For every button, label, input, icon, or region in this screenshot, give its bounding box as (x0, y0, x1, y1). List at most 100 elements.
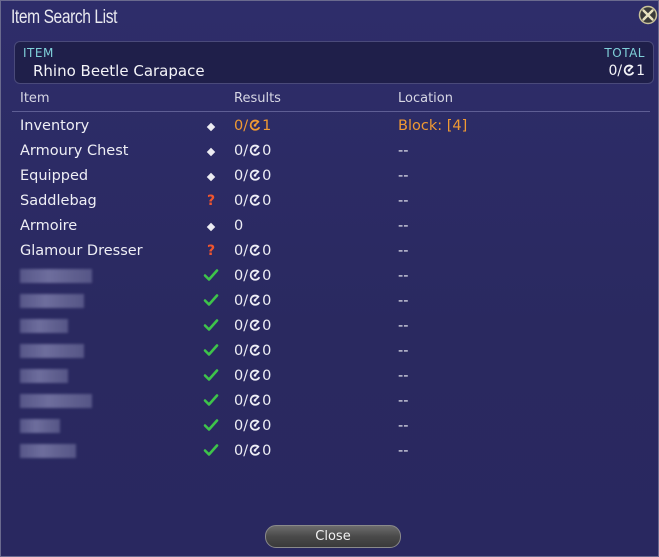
row-result: 0/0 (234, 417, 271, 435)
header-item: Item (20, 91, 50, 106)
row-result: 0/0 (234, 392, 271, 410)
table-row[interactable]: Armoury Chest 0/0 -- (1, 139, 658, 164)
table-row[interactable]: 0/0 -- (1, 389, 658, 414)
total-nq: 0/ (608, 63, 623, 79)
header-divider (12, 111, 650, 112)
row-result: 0 (234, 217, 243, 235)
row-result: 0/0 (234, 367, 271, 385)
row-result-hq: 0 (262, 168, 272, 184)
row-result: 0/0 (234, 267, 271, 285)
row-item-name (20, 417, 60, 438)
row-result-nq: 0/ (234, 143, 249, 159)
diamond-icon (203, 117, 219, 135)
row-result: 0/1 (234, 117, 271, 135)
row-item-name (20, 392, 92, 413)
table-row[interactable]: 0/0 -- (1, 364, 658, 389)
row-item-name (20, 442, 76, 463)
header-results: Results (234, 91, 281, 106)
title-bar[interactable]: Item Search List (1, 1, 658, 35)
question-icon: ? (206, 193, 216, 209)
redacted-name (20, 444, 76, 458)
row-location: -- (398, 368, 409, 384)
row-item-name (20, 267, 92, 288)
row-item-name: Armoire (20, 218, 78, 234)
row-item-name (20, 367, 68, 388)
hq-crystal-icon (249, 343, 261, 356)
close-x-icon[interactable] (638, 5, 658, 25)
hq-crystal-icon (249, 193, 261, 206)
row-result: 0/0 (234, 342, 271, 360)
item-label: ITEM (23, 46, 54, 60)
row-location: -- (398, 393, 409, 409)
table-row[interactable]: Equipped 0/0 -- (1, 164, 658, 189)
row-result: 0/0 (234, 292, 271, 310)
row-item-name: Inventory (20, 118, 90, 134)
total-hq: 1 (636, 63, 645, 79)
row-result-nq: 0/ (234, 418, 249, 434)
hq-crystal-icon (249, 118, 261, 131)
row-location: -- (398, 268, 409, 284)
row-result-hq: 0 (262, 393, 272, 409)
row-result-nq: 0/ (234, 168, 249, 184)
hq-crystal-icon (249, 168, 261, 181)
row-location: -- (398, 143, 409, 159)
table-row[interactable]: 0/0 -- (1, 414, 658, 439)
table-row[interactable]: Saddlebag? 0/0 -- (1, 189, 658, 214)
row-result-hq: 0 (262, 343, 272, 359)
row-result: 0/0 (234, 167, 271, 185)
diamond-icon (203, 142, 219, 160)
question-icon: ? (206, 243, 216, 259)
row-result-nq: 0/ (234, 393, 249, 409)
row-location: -- (398, 318, 409, 334)
row-location: -- (398, 343, 409, 359)
redacted-name (20, 294, 84, 308)
row-result-nq: 0/ (234, 193, 249, 209)
table-row[interactable]: 0/0 -- (1, 439, 658, 464)
row-item-name (20, 342, 84, 363)
hq-crystal-icon (623, 64, 635, 76)
diamond-icon (203, 167, 219, 185)
row-result-hq: 0 (262, 368, 272, 384)
table-row[interactable]: Inventory 0/1 Block: [4] (1, 114, 658, 139)
row-location: -- (398, 443, 409, 459)
row-result-hq: 0 (262, 243, 272, 259)
hq-crystal-icon (249, 293, 261, 306)
redacted-name (20, 419, 60, 433)
row-location: -- (398, 193, 409, 209)
check-icon (203, 342, 219, 362)
table-row[interactable]: Glamour Dresser? 0/0 -- (1, 239, 658, 264)
row-result-nq: 0/ (234, 343, 249, 359)
row-result-hq: 0 (262, 268, 272, 284)
row-result-nq: 0/ (234, 118, 249, 134)
table-row[interactable]: 0/0 -- (1, 339, 658, 364)
redacted-name (20, 369, 68, 383)
row-result-hq: 1 (262, 118, 272, 134)
check-icon (203, 392, 219, 412)
table-row[interactable]: 0/0 -- (1, 314, 658, 339)
row-result-nq: 0 (234, 218, 244, 234)
row-item-name (20, 317, 68, 338)
close-button[interactable]: Close (265, 525, 401, 548)
window-title: Item Search List (11, 7, 118, 28)
diamond-icon (203, 217, 219, 235)
table-row[interactable]: Armoire 0 -- (1, 214, 658, 239)
hq-crystal-icon (249, 143, 261, 156)
item-summary-panel: ITEM TOTAL Rhino Beetle Carapace 0/1 (14, 41, 654, 84)
table-row[interactable]: 0/0 -- (1, 289, 658, 314)
table-row[interactable]: 0/0 -- (1, 264, 658, 289)
hq-crystal-icon (249, 443, 261, 456)
row-result: 0/0 (234, 142, 271, 160)
row-result-nq: 0/ (234, 443, 249, 459)
row-result-nq: 0/ (234, 268, 249, 284)
check-icon (203, 442, 219, 462)
row-result: 0/0 (234, 192, 271, 210)
item-name: Rhino Beetle Carapace (33, 62, 205, 80)
total-value: 0/1 (608, 63, 645, 79)
redacted-name (20, 394, 92, 408)
row-location: Block: [4] (398, 118, 468, 134)
row-result-nq: 0/ (234, 293, 249, 309)
row-location: -- (398, 418, 409, 434)
row-result-nq: 0/ (234, 243, 249, 259)
header-location: Location (398, 91, 453, 106)
check-icon (203, 317, 219, 337)
